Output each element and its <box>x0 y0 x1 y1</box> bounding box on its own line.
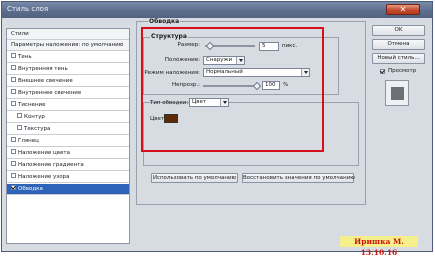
new-style-button[interactable]: Новый стиль... <box>372 53 425 64</box>
checkbox[interactable] <box>11 77 16 82</box>
style-item-color-overlay[interactable]: Наложение цвета <box>7 148 129 159</box>
checkbox[interactable] <box>11 53 16 58</box>
style-item-inner-glow[interactable]: Внутреннее свечение <box>7 88 129 99</box>
style-item-label: Обводка <box>18 186 43 192</box>
cancel-button[interactable]: Отмена <box>372 39 425 50</box>
checkbox[interactable] <box>17 125 22 130</box>
style-item-label: Текстура <box>24 126 51 132</box>
make-default-button[interactable]: Использовать по умолчанию <box>151 173 238 183</box>
close-icon: ✕ <box>399 5 407 14</box>
style-item-stroke[interactable]: Обводка <box>7 184 129 195</box>
preview-checkbox[interactable] <box>380 69 385 74</box>
style-item-label: Тиснение <box>18 102 46 108</box>
style-item-contour[interactable]: Контур <box>7 112 129 123</box>
style-item-label: Внутренняя тень <box>18 66 68 72</box>
style-item-label: Внешнее свечение <box>18 78 73 84</box>
preview-label: Просмотр <box>388 68 417 74</box>
blending-options-item[interactable]: Параметры наложения: по умолчанию <box>7 40 129 51</box>
style-item-satin[interactable]: Глянец <box>7 136 129 147</box>
preview-thumbnail <box>385 80 409 106</box>
style-item-pattern-overlay[interactable]: Наложение узора <box>7 172 129 183</box>
style-item-label: Наложение узора <box>18 174 70 180</box>
checkbox[interactable] <box>11 173 16 178</box>
preview-swatch <box>391 87 404 100</box>
style-item-label: Глянец <box>18 138 39 144</box>
checkbox[interactable] <box>11 137 16 142</box>
styles-header[interactable]: Стили <box>7 29 129 40</box>
reset-to-default-button[interactable]: Восстановить значения по умолчанию <box>242 173 355 183</box>
checkbox-checked[interactable] <box>11 185 16 190</box>
close-button[interactable]: ✕ <box>386 4 420 15</box>
style-item-label: Тень <box>18 54 32 60</box>
style-item-gradient-overlay[interactable]: Наложение градиента <box>7 160 129 171</box>
style-item-drop-shadow[interactable]: Тень <box>7 52 129 63</box>
style-item-bevel[interactable]: Тиснение <box>7 100 129 111</box>
style-item-outer-glow[interactable]: Внешнее свечение <box>7 76 129 87</box>
checkbox[interactable] <box>17 113 22 118</box>
styles-list: Стили Параметры наложения: по умолчанию … <box>6 28 130 244</box>
checkbox[interactable] <box>11 65 16 70</box>
style-item-inner-shadow[interactable]: Внутренняя тень <box>7 64 129 75</box>
checkbox[interactable] <box>11 89 16 94</box>
highlight-frame <box>141 27 324 152</box>
style-item-texture[interactable]: Текстура <box>7 124 129 135</box>
style-item-label: Наложение градиента <box>18 162 84 168</box>
window-title: Стиль слоя <box>7 5 49 13</box>
checkbox[interactable] <box>11 101 16 106</box>
style-item-label: Контур <box>24 114 45 120</box>
ok-button[interactable]: OK <box>372 25 425 36</box>
checkbox[interactable] <box>11 149 16 154</box>
title-bar[interactable]: Стиль слоя ✕ <box>2 2 432 18</box>
style-item-label: Внутреннее свечение <box>18 90 82 96</box>
stroke-group-title: Обводка <box>148 18 181 25</box>
checkbox[interactable] <box>11 161 16 166</box>
author-watermark: Иришка М. 13.10.16 <box>340 236 418 257</box>
style-item-label: Наложение цвета <box>18 150 70 156</box>
